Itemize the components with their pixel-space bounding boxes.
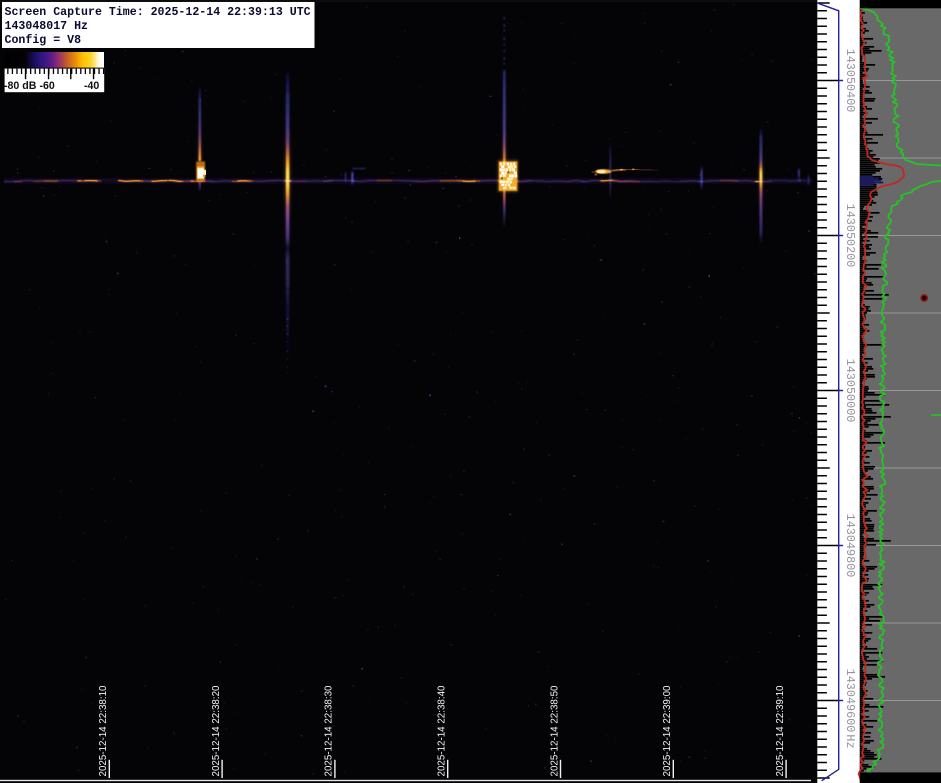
svg-text:Config = V8: Config = V8 [5, 34, 82, 47]
svg-text:-80 dB: -80 dB [4, 80, 37, 92]
svg-text:143049800: 143049800 [843, 514, 857, 578]
svg-text:2025-12-14 22:39:10: 2025-12-14 22:39:10 [775, 685, 786, 777]
svg-text:143050400: 143050400 [843, 49, 857, 113]
svg-text:2025-12-14 22:38:40: 2025-12-14 22:38:40 [437, 685, 448, 777]
svg-text:143050200: 143050200 [843, 204, 857, 268]
svg-text:143048017 Hz: 143048017 Hz [5, 20, 89, 33]
svg-text:2025-12-14 22:38:30: 2025-12-14 22:38:30 [324, 685, 335, 777]
svg-text:2025-12-14 22:38:20: 2025-12-14 22:38:20 [211, 685, 222, 777]
svg-text:2025-12-14 22:38:10: 2025-12-14 22:38:10 [98, 685, 109, 777]
svg-text:-40: -40 [84, 80, 99, 92]
svg-text:Screen Capture Time: 2025-12-1: Screen Capture Time: 2025-12-14 22:39:13… [5, 6, 311, 19]
svg-text:Hz: Hz [843, 734, 857, 748]
svg-text:-60: -60 [40, 80, 55, 92]
svg-text:2025-12-14 22:39:00: 2025-12-14 22:39:00 [662, 685, 673, 777]
svg-text:143049600: 143049600 [843, 669, 857, 733]
svg-text:143050000: 143050000 [843, 359, 857, 423]
svg-text:2025-12-14 22:38:50: 2025-12-14 22:38:50 [549, 685, 560, 777]
